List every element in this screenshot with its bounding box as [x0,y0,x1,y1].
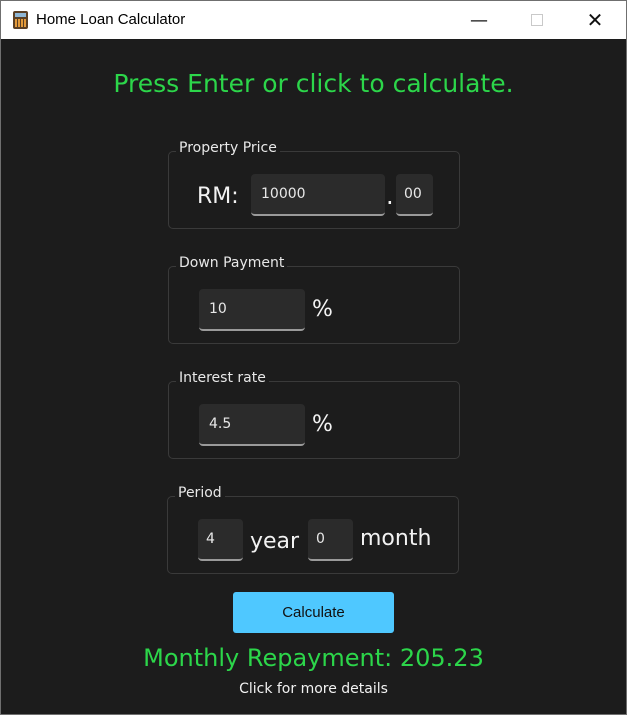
interest-rate-group: Interest rate 4.5 % [168,370,460,459]
decimal-separator: . [386,182,394,210]
currency-label: RM: [197,184,239,209]
down-payment-group: Down Payment 10 % [168,255,460,344]
minimize-icon: — [470,9,488,31]
more-details-link[interactable]: Click for more details [1,681,626,697]
maximize-button[interactable] [514,1,560,39]
instruction-message: Press Enter or click to calculate. [113,69,514,98]
calculator-icon [13,11,28,29]
close-button[interactable]: ✕ [572,1,618,39]
months-input[interactable]: 0 [308,519,353,561]
property-price-group: Property Price RM: 10000 . 00 [168,140,460,229]
minimize-button[interactable]: — [456,1,502,39]
interest-rate-input[interactable]: 4.5 [199,404,305,446]
calculate-button[interactable]: Calculate [233,592,394,633]
window-title: Home Loan Calculator [36,11,186,28]
app-window: Home Loan Calculator — ✕ Press Enter or … [0,0,627,715]
year-label: year [250,529,300,554]
property-price-cents-input[interactable]: 00 [396,174,433,216]
down-payment-input[interactable]: 10 [199,289,305,331]
property-price-input[interactable]: 10000 [251,174,385,216]
down-payment-percent-label: % [312,297,333,322]
interest-rate-legend: Interest rate [176,370,269,386]
down-payment-legend: Down Payment [176,255,288,271]
month-label: month [360,526,432,551]
property-price-legend: Property Price [176,140,280,156]
monthly-repayment-result: Monthly Repayment: 205.23 [143,644,484,672]
interest-rate-percent-label: % [312,412,333,437]
period-group: Period 4 year 0 month [167,485,459,574]
years-input[interactable]: 4 [198,519,243,561]
period-legend: Period [175,485,225,501]
title-bar[interactable]: Home Loan Calculator — ✕ [1,1,626,39]
close-icon: ✕ [586,8,604,32]
maximize-icon [531,14,543,26]
